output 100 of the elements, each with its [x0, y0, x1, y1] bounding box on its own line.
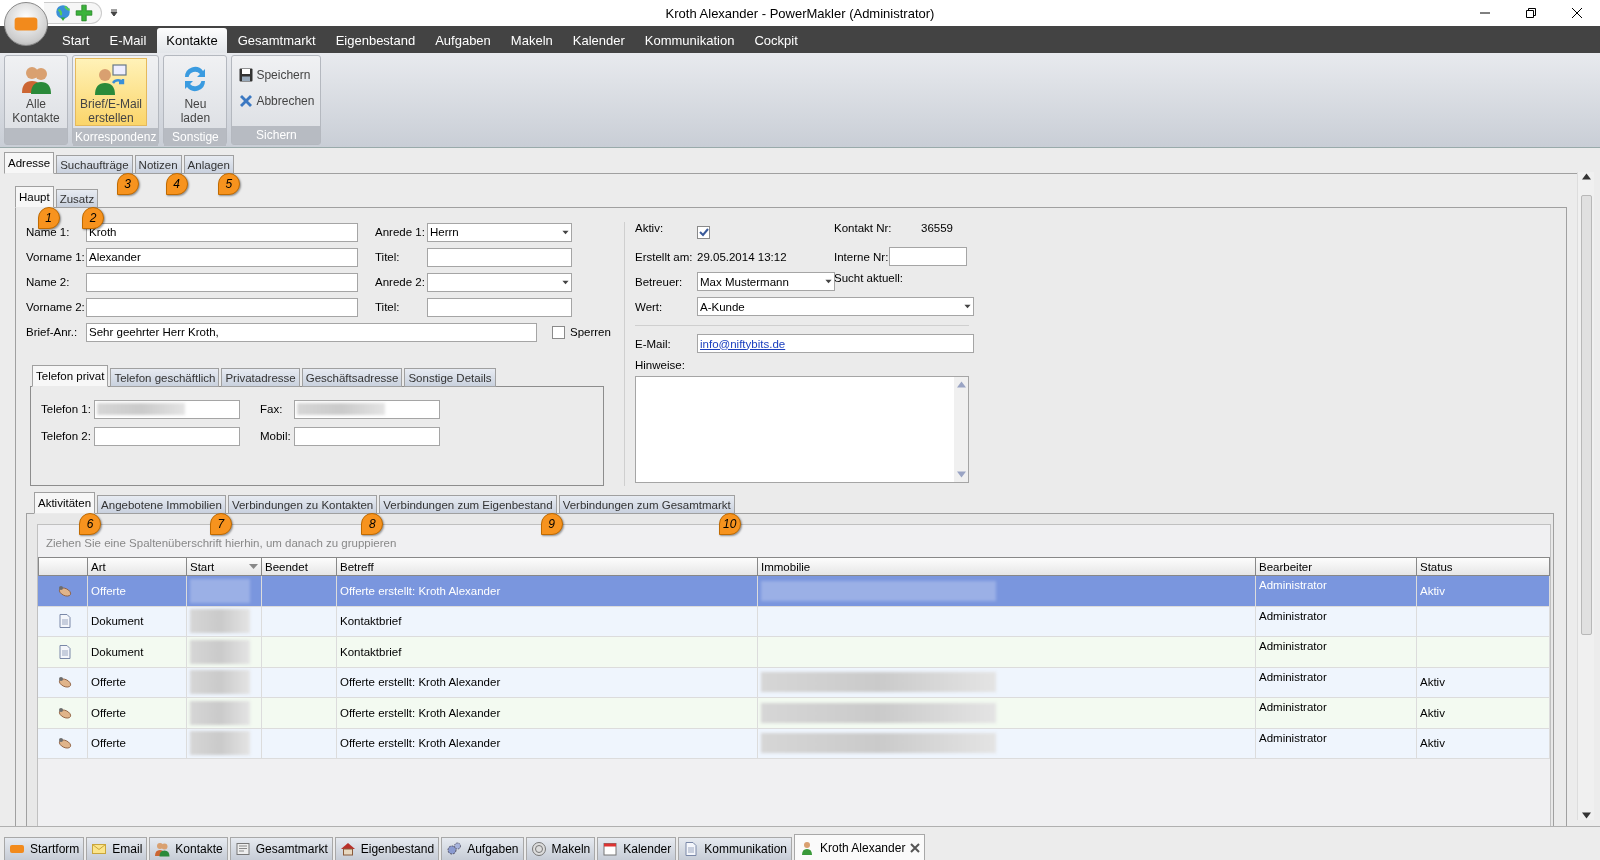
menu-tab[interactable]: Start [53, 28, 99, 53]
globe-icon [54, 4, 72, 22]
checkbox[interactable] [697, 225, 710, 239]
scroll-up-icon [956, 380, 966, 389]
row-icon-cell[interactable] [38, 667, 88, 698]
tab[interactable]: Verbindungen zum Gesamtmarkt [558, 495, 735, 514]
table-cell: Dokument [88, 606, 187, 637]
close-icon [1572, 8, 1582, 18]
ribbon-button[interactable]: Neu laden [166, 58, 225, 126]
row-icon-cell[interactable] [38, 606, 88, 637]
column-header[interactable]: Status [1417, 557, 1550, 576]
dropdown-field[interactable]: A-Kunde [697, 297, 974, 316]
taskbar-tab[interactable]: Kommunikation [678, 837, 792, 860]
menu-tab[interactable]: Kommunikation [635, 28, 744, 53]
menu-tab[interactable]: Kalender [563, 28, 634, 53]
input-field[interactable] [427, 247, 572, 267]
row-icon-cell[interactable] [38, 637, 88, 668]
taskbar-tab[interactable]: Startform [4, 837, 85, 860]
tab[interactable]: Angebotene Immobilien [97, 495, 226, 514]
table-cell: Offerte [88, 576, 187, 607]
menu-tab[interactable]: Cockpit [745, 28, 807, 53]
menu-tab[interactable]: Aufgaben [426, 28, 500, 53]
tab[interactable]: Zusatz [55, 189, 99, 208]
taskbar-tab[interactable]: Kroth Alexander [794, 834, 926, 860]
tab[interactable]: Sonstige Details [404, 368, 496, 387]
cross-icon [238, 93, 255, 109]
tab[interactable]: Verbindungen zum Eigenbestand [379, 495, 557, 514]
taskbar-tab[interactable]: Makeln [525, 837, 596, 860]
input-field[interactable] [427, 297, 572, 317]
input-field[interactable]: Sehr geehrter Herr Kroth, [86, 322, 537, 342]
ribbon-button[interactable]: Abbrechen [234, 92, 319, 110]
scrollbar[interactable] [954, 377, 968, 482]
email-link[interactable]: info@niftybits.de [700, 337, 786, 350]
scroll-down-icon [956, 470, 966, 479]
tab[interactable]: Telefon privat [32, 365, 109, 387]
checkbox[interactable] [552, 325, 565, 339]
menu-tab[interactable]: Gesamtmarkt [228, 28, 325, 53]
table-cell: Aktiv [1417, 728, 1550, 759]
notes-field[interactable] [635, 376, 969, 483]
input-field[interactable] [294, 399, 440, 419]
column-header[interactable]: Betreff [337, 557, 758, 576]
column-header[interactable]: Bearbeiter [1256, 557, 1417, 576]
menu-tab[interactable]: Eigenbestand [326, 28, 425, 53]
taskbar-tab[interactable]: Eigenbestand [334, 837, 440, 860]
document-icon [683, 841, 700, 857]
envelope-icon [91, 841, 108, 857]
dropdown-field[interactable] [427, 272, 572, 292]
blurred-value [190, 639, 250, 664]
ribbon-button[interactable]: Brief/E-Mail erstellen [75, 58, 147, 126]
taskbar-tab[interactable]: Aufgaben [441, 837, 524, 860]
input-field[interactable]: info@niftybits.de [697, 334, 974, 353]
ribbon-button[interactable]: Speichern [234, 66, 319, 84]
row-icon-cell[interactable] [38, 576, 88, 607]
input-field[interactable]: Kroth [86, 222, 358, 242]
ribbon-button[interactable]: Alle Kontakte [7, 58, 65, 126]
tab[interactable]: Notizen [134, 155, 182, 174]
taskbar-tab[interactable]: Kontakte [149, 837, 228, 860]
table-cell: Offerte [88, 667, 187, 698]
menu-tab[interactable]: E-Mail [100, 28, 156, 53]
tab[interactable]: Telefon geschäftlich [110, 368, 220, 387]
taskbar-tab[interactable]: Email [86, 837, 148, 860]
menu-tab[interactable]: Makeln [501, 28, 562, 53]
column-header[interactable]: Immobilie [758, 557, 1256, 576]
document-icon [57, 613, 73, 630]
tab[interactable]: Adresse [4, 152, 55, 174]
input-field[interactable] [94, 426, 240, 446]
input-field[interactable] [294, 426, 440, 446]
input-field[interactable] [889, 247, 967, 266]
scrollbar[interactable] [1577, 172, 1594, 820]
field-label: Aktiv: [635, 222, 665, 236]
check-icon [698, 227, 709, 237]
document-icon [57, 643, 73, 660]
tab[interactable]: Verbindungen zu Kontakten [227, 495, 378, 514]
field-label: Name 1: [26, 226, 71, 238]
dropdown-field[interactable]: Max Mustermann [697, 272, 835, 291]
row-icon-cell[interactable] [38, 728, 88, 759]
field-label: Brief-Anr.: [26, 326, 79, 338]
input-field[interactable]: Alexander [86, 247, 358, 267]
taskbar-tab[interactable]: Kalender [597, 837, 677, 860]
scroll-up-icon [1581, 172, 1591, 181]
field-label: Vorname 2: [26, 301, 86, 313]
column-header[interactable]: Beendet [262, 557, 337, 576]
column-header[interactable]: Art [88, 557, 187, 576]
tab[interactable]: Aktivitäten [34, 492, 96, 514]
input-field[interactable] [86, 272, 358, 292]
table-cell: Administrator [1256, 667, 1417, 698]
column-header[interactable]: Start [187, 557, 262, 576]
tab[interactable]: Suchaufträge [56, 155, 133, 174]
tab[interactable]: Privatadresse [221, 368, 300, 387]
field-label: Name 2: [26, 276, 71, 288]
taskbar-tab[interactable]: Gesamtmarkt [229, 837, 333, 860]
tab[interactable]: Geschäftsadresse [301, 368, 403, 387]
input-field[interactable] [86, 297, 358, 317]
tab[interactable]: Anlagen [183, 155, 234, 174]
dropdown-field[interactable]: Herrn [427, 222, 572, 242]
input-field[interactable] [94, 399, 240, 419]
row-icon-cell[interactable] [38, 698, 88, 729]
tab[interactable]: Haupt [15, 186, 54, 208]
table-cell: Kontaktbrief [337, 606, 758, 637]
menu-tab[interactable]: Kontakte [157, 28, 227, 53]
